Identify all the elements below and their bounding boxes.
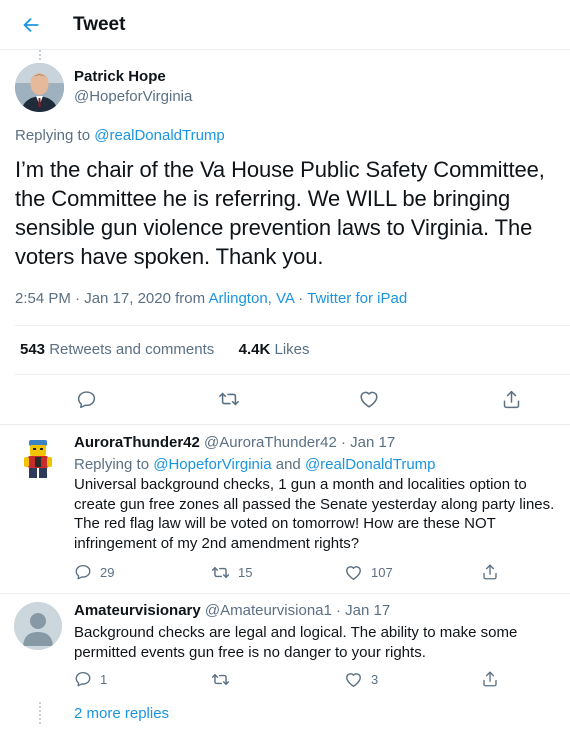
retweets-stat[interactable]: 543 Retweets and comments bbox=[20, 341, 214, 358]
retweets-count: 543 bbox=[20, 341, 46, 358]
author-name[interactable]: AuroraThunder42 bbox=[74, 434, 200, 451]
reply-button[interactable] bbox=[73, 386, 99, 412]
share-button[interactable] bbox=[481, 669, 499, 689]
thread-connector bbox=[39, 702, 41, 724]
reply-mention-link[interactable]: @realDonaldTrump bbox=[305, 456, 436, 473]
reply-button[interactable]: 1 bbox=[74, 669, 107, 689]
tweet-stats: 543 Retweets and comments 4.4K Likes bbox=[20, 341, 310, 358]
more-replies-link[interactable]: 2 more replies bbox=[74, 705, 169, 722]
replying-and: and bbox=[271, 456, 305, 473]
reply-icon bbox=[75, 564, 91, 580]
reply-icon bbox=[75, 671, 91, 687]
reply-mention-link[interactable]: @realDonaldTrump bbox=[94, 127, 225, 144]
retweet-button[interactable] bbox=[216, 386, 242, 412]
retweets-label: Retweets and comments bbox=[49, 341, 215, 358]
heart-icon bbox=[346, 672, 361, 687]
location-link[interactable]: Arlington, VA bbox=[208, 290, 294, 307]
reply-header: Amateurvisionary @Amateurvisiona1 · Jan … bbox=[74, 602, 390, 619]
divider bbox=[15, 374, 570, 375]
divider bbox=[0, 424, 570, 425]
author-handle[interactable]: @HopeforVirginia bbox=[74, 88, 192, 105]
reply-icon bbox=[77, 390, 95, 408]
share-icon bbox=[483, 564, 497, 580]
source-link[interactable]: Twitter for iPad bbox=[307, 290, 407, 307]
author-name[interactable]: Patrick Hope bbox=[74, 68, 166, 85]
back-button[interactable] bbox=[18, 12, 44, 38]
replying-to: Replying to @HopeforVirginia and @realDo… bbox=[74, 455, 436, 475]
reply-text: Universal background checks, 1 gun a mon… bbox=[74, 476, 555, 552]
reply-text: Background checks are legal and logical.… bbox=[74, 624, 518, 661]
divider bbox=[0, 593, 570, 594]
likes-count: 4.4K bbox=[238, 341, 271, 358]
retweet-button[interactable]: 15 bbox=[211, 562, 252, 582]
like-count: 3 bbox=[371, 671, 379, 687]
tweet-timestamp[interactable]: 2:54 PM · Jan 17, 2020 from bbox=[15, 290, 208, 307]
likes-stat[interactable]: 4.4K Likes bbox=[239, 341, 310, 358]
avatar[interactable] bbox=[14, 602, 62, 650]
avatar[interactable] bbox=[14, 434, 62, 482]
tweet-actions bbox=[0, 384, 570, 414]
retweet-count: 15 bbox=[238, 564, 253, 580]
reply-mention-link[interactable]: @HopeforVirginia bbox=[153, 456, 271, 473]
arrow-left-icon bbox=[23, 17, 39, 33]
thread-connector bbox=[39, 50, 41, 60]
like-button[interactable]: 107 bbox=[344, 562, 393, 582]
retweet-icon bbox=[211, 673, 230, 685]
replying-prefix: Replying to bbox=[74, 456, 154, 473]
reply-count: 1 bbox=[100, 671, 108, 687]
tweet-text: I’m the chair of the Va House Public Saf… bbox=[15, 157, 545, 269]
like-button[interactable] bbox=[356, 386, 382, 412]
replying-to: Replying to @realDonaldTrump bbox=[15, 127, 225, 144]
share-button[interactable] bbox=[481, 562, 499, 582]
heart-icon bbox=[346, 565, 361, 580]
avatar[interactable] bbox=[15, 63, 64, 112]
divider bbox=[15, 325, 570, 326]
like-count: 107 bbox=[371, 564, 393, 580]
author-handle-date[interactable]: @AuroraThunder42 · Jan 17 bbox=[204, 434, 395, 451]
retweet-icon bbox=[219, 392, 239, 406]
share-button[interactable] bbox=[498, 386, 524, 412]
reply-header: AuroraThunder42 @AuroraThunder42 · Jan 1… bbox=[74, 434, 395, 451]
meta-separator: · bbox=[294, 290, 308, 307]
share-icon bbox=[483, 671, 497, 687]
heart-icon bbox=[360, 391, 378, 408]
reply-button[interactable]: 29 bbox=[74, 562, 114, 582]
author-handle-date[interactable]: @Amateurvisiona1 · Jan 17 bbox=[205, 602, 390, 619]
share-icon bbox=[503, 390, 519, 408]
replying-prefix: Replying to bbox=[15, 127, 95, 144]
retweet-icon bbox=[211, 566, 230, 578]
like-button[interactable]: 3 bbox=[344, 669, 378, 689]
page-header: Tweet bbox=[0, 0, 570, 50]
likes-label: Likes bbox=[274, 341, 310, 358]
retweet-button[interactable] bbox=[211, 669, 238, 689]
reply-count: 29 bbox=[100, 564, 115, 580]
author-name[interactable]: Amateurvisionary bbox=[74, 602, 201, 619]
tweet-meta: 2:54 PM · Jan 17, 2020 from Arlington, V… bbox=[15, 290, 407, 307]
page-title: Tweet bbox=[73, 14, 126, 35]
